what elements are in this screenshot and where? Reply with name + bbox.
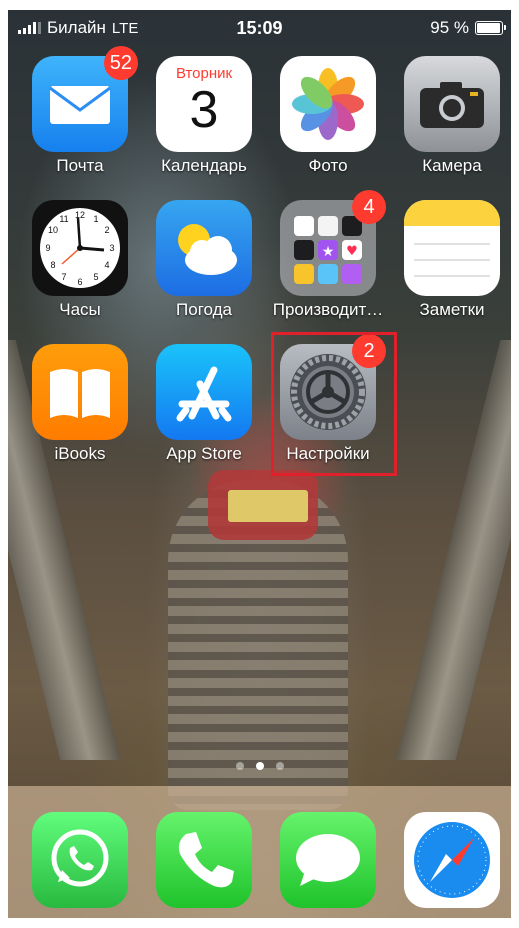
home-screen: Билайн LTE 15:09 95 % 52 Почта Вторник 3… [8,10,511,918]
app-photos[interactable]: Фото [272,56,384,176]
app-camera[interactable]: Камера [396,56,508,176]
app-label: Почта [56,156,104,175]
calendar-icon: Вторник 3 [156,56,252,152]
app-productivity-folder[interactable]: ★ ♥ 4 Производит… [272,190,386,320]
battery-icon [475,21,506,35]
app-notes[interactable]: Заметки [396,200,508,320]
whatsapp-icon [32,812,128,908]
svg-text:4: 4 [104,260,109,270]
app-calendar[interactable]: Вторник 3 Календарь [148,56,260,176]
notes-icon [404,200,500,296]
mail-badge: 52 [103,46,138,80]
app-label: Камера [422,156,482,175]
battery-fill [477,23,500,33]
svg-text:3: 3 [109,243,114,253]
messages-icon [280,812,376,908]
svg-text:1: 1 [93,214,98,224]
svg-text:8: 8 [50,260,55,270]
svg-text:5: 5 [93,272,98,282]
dock-app-phone[interactable] [148,812,260,908]
wallpaper-plate [228,490,308,522]
app-label: Заметки [419,300,485,319]
dock-app-safari[interactable] [396,812,508,908]
app-label: Календарь [161,156,247,175]
svg-text:10: 10 [48,225,58,235]
status-bar: Билайн LTE 15:09 95 % [8,10,511,50]
svg-text:9: 9 [45,243,50,253]
dock-app-whatsapp[interactable] [24,812,136,908]
weather-icon [156,200,252,296]
photos-icon [280,56,376,152]
svg-text:6: 6 [77,277,82,287]
svg-text:7: 7 [61,272,66,282]
svg-text:12: 12 [75,210,85,220]
phone-icon [156,812,252,908]
app-label: iBooks [54,444,106,463]
camera-icon [404,56,500,152]
page-dot-active[interactable] [255,762,264,770]
app-label: Фото [308,156,348,175]
app-label: Погода [176,300,232,319]
page-dot[interactable] [275,762,284,770]
wallpaper-pipe-right [395,340,511,760]
svg-text:♥: ♥ [346,244,358,259]
svg-text:2: 2 [104,225,109,235]
safari-icon [404,812,500,908]
productivity-folder-icon: ★ ♥ 4 [280,190,386,296]
page-indicator[interactable] [8,762,511,770]
clock-icon: 12 1 2 3 4 5 6 7 8 9 10 11 [32,200,128,296]
ibooks-icon [32,344,128,440]
app-ibooks[interactable]: iBooks [24,344,136,464]
calendar-date: 3 [189,81,219,139]
app-clock[interactable]: 12 1 2 3 4 5 6 7 8 9 10 11 Часы [24,200,136,320]
productivity-badge: 4 [352,190,386,224]
highlight-box [271,332,397,476]
app-label: Производит… [272,300,384,319]
battery-percent: 95 % [430,18,469,37]
app-weather[interactable]: Погода [148,200,260,320]
app-app-store[interactable]: App Store [148,344,260,464]
app-label: Часы [59,300,101,319]
page-dot[interactable] [235,762,244,770]
svg-text:11: 11 [59,214,68,224]
mail-icon: 52 [32,46,138,152]
dock-app-messages[interactable] [272,812,384,908]
dock [8,786,511,918]
app-store-icon [156,344,252,440]
app-label: App Store [166,444,242,463]
app-mail[interactable]: 52 Почта [24,46,138,176]
svg-text:★: ★ [322,244,335,260]
